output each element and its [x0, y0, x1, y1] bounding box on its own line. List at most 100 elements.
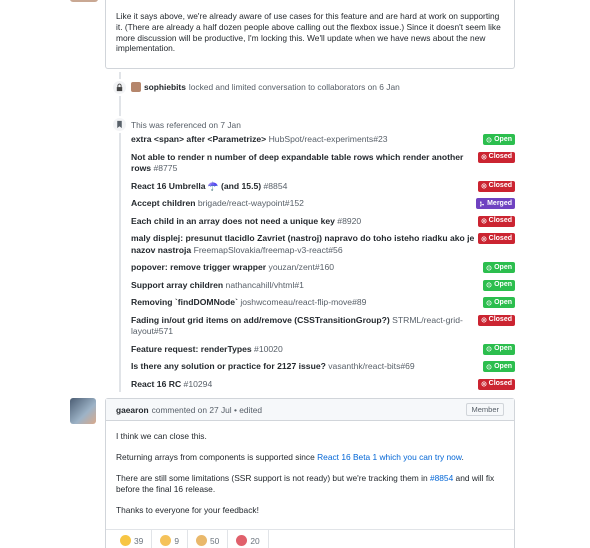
- state-badge-closed: Closed: [477, 378, 515, 390]
- reference-title[interactable]: extra <span> after <Parametrize>: [131, 134, 266, 144]
- state-badge-closed: Closed: [477, 233, 515, 244]
- state-badge-open: Open: [483, 279, 515, 291]
- member-badge: Member: [466, 403, 504, 416]
- reference-repo[interactable]: #8775: [151, 163, 177, 173]
- reference-title[interactable]: Not able to render n number of deep expa…: [131, 152, 463, 174]
- comment-body: I think we can close this. Returning arr…: [106, 421, 514, 516]
- bookmark-icon: [111, 116, 128, 133]
- reference-repo[interactable]: #10020: [252, 344, 283, 354]
- comment-header: gaearon commented on 27 Jul • edited Mem…: [106, 399, 514, 421]
- reference-item[interactable]: extra <span> after <Parametrize> HubSpot…: [131, 134, 515, 146]
- reference-item[interactable]: Fading in/out grid items on add/remove (…: [131, 314, 515, 338]
- state-label: Closed: [488, 234, 512, 242]
- thumbs-up-icon: [120, 535, 131, 546]
- reference-item[interactable]: Is there any solution or practice for 21…: [131, 361, 515, 373]
- reference-item[interactable]: popover: remove trigger wrapper youzan/z…: [131, 262, 515, 274]
- comment-paragraph-3: There are still some limitations (SSR su…: [116, 473, 504, 495]
- reference-title[interactable]: Fading in/out grid items on add/remove (…: [131, 315, 390, 325]
- comment-paragraph-4: Thanks to everyone for your feedback!: [116, 505, 259, 515]
- reaction-thumbs-up[interactable]: 39: [112, 530, 153, 548]
- comment-author[interactable]: gaearon: [116, 405, 149, 415]
- reference-repo[interactable]: joshwcomeau/react-flip-move#89: [238, 297, 366, 307]
- lock-event-text: locked and limited conversation to colla…: [188, 82, 400, 92]
- comment-p2-end: .: [461, 452, 464, 462]
- reaction-count: 50: [210, 535, 220, 546]
- reference-item[interactable]: React 16 RC #10294 Closed: [131, 378, 515, 391]
- sophiebits-avatar[interactable]: [131, 82, 141, 92]
- reference-item[interactable]: Each child in an array does not need a u…: [131, 215, 515, 228]
- state-label: Closed: [488, 217, 512, 225]
- reference-repo[interactable]: nathancahill/vhtml#1: [223, 280, 304, 290]
- comment-p3-text: There are still some limitations (SSR su…: [116, 473, 430, 483]
- reference-repo[interactable]: HubSpot/react-experiments#23: [266, 134, 388, 144]
- state-badge-merged: Merged: [476, 198, 515, 209]
- comment-box: gaearon commented on 27 Jul • edited Mem…: [105, 398, 515, 548]
- reference-title[interactable]: popover: remove trigger wrapper: [131, 262, 266, 272]
- reference-title[interactable]: Is there any solution or practice for 21…: [131, 361, 326, 371]
- reference-title[interactable]: Removing `findDOMNode`: [131, 297, 238, 307]
- reaction-heart[interactable]: 20: [228, 530, 269, 548]
- reference-title[interactable]: React 16 RC: [131, 379, 181, 389]
- state-badge-closed: Closed: [477, 314, 515, 326]
- referenced-header: This was referenced on 7 Jan: [131, 120, 241, 130]
- comment-paragraph-1: I think we can close this.: [116, 431, 207, 441]
- reference-repo[interactable]: youzan/zent#160: [266, 262, 334, 272]
- gaearon-avatar[interactable]: [70, 398, 96, 424]
- comment-paragraph-2: Returning arrays from components is supp…: [116, 452, 504, 463]
- state-label: Open: [494, 135, 512, 143]
- state-label: Open: [494, 362, 512, 370]
- issue-8854-link[interactable]: #8854: [430, 473, 453, 483]
- state-badge-open: Open: [483, 361, 515, 372]
- reference-item[interactable]: Not able to render n number of deep expa…: [131, 151, 515, 175]
- react-16-beta-link[interactable]: React 16 Beta 1 which you can try now: [317, 452, 461, 462]
- reference-repo[interactable]: vasanthk/react-bits#69: [326, 361, 414, 371]
- reference-repo[interactable]: brigade/react-waypoint#152: [195, 198, 304, 208]
- reference-list: extra <span> after <Parametrize> HubSpot…: [131, 134, 515, 396]
- previous-comment-body: Like it says above, we're already aware …: [105, 0, 515, 69]
- reference-item[interactable]: Removing `findDOMNode` joshwcomeau/react…: [131, 297, 515, 309]
- reaction-count: 39: [134, 535, 144, 546]
- state-label: Merged: [487, 199, 512, 207]
- state-badge-open: Open: [483, 343, 515, 355]
- reference-title[interactable]: Support array children: [131, 280, 223, 290]
- reference-repo[interactable]: #8854: [261, 181, 287, 191]
- reference-repo[interactable]: FreemapSlovakia/freemap-v3-react#56: [191, 245, 343, 255]
- previous-comment-text: Like it says above, we're already aware …: [116, 11, 501, 54]
- state-badge-open: Open: [483, 262, 515, 273]
- comment-p2-text: Returning arrays from components is supp…: [116, 452, 318, 462]
- reference-title[interactable]: Each child in an array does not need a u…: [131, 216, 335, 226]
- reference-title[interactable]: Feature request: renderTypes: [131, 344, 252, 354]
- smile-icon: [160, 535, 172, 546]
- comment-meta[interactable]: commented on 27 Jul • edited: [152, 405, 262, 415]
- reference-item[interactable]: Accept children brigade/react-waypoint#1…: [131, 198, 515, 210]
- state-label: Open: [494, 345, 512, 353]
- state-label: Open: [494, 263, 512, 271]
- reference-title[interactable]: Accept children: [131, 198, 195, 208]
- state-badge-closed: Closed: [477, 215, 515, 227]
- reference-repo[interactable]: #10294: [181, 379, 213, 389]
- lock-icon: [111, 79, 128, 96]
- reference-item[interactable]: Support array children nathancahill/vhtm…: [131, 279, 515, 292]
- reference-item[interactable]: React 16 Umbrella ☂️ (and 15.5) #8854 Clo…: [131, 180, 515, 193]
- state-badge-open: Open: [483, 297, 515, 308]
- state-label: Closed: [488, 153, 512, 161]
- lock-event-user[interactable]: sophiebits: [144, 82, 186, 92]
- reaction-smile[interactable]: 9: [152, 530, 188, 548]
- reference-repo[interactable]: #8920: [335, 216, 361, 226]
- lock-event: sophiebits locked and limited conversati…: [131, 82, 400, 92]
- previous-commenter-avatar[interactable]: [70, 0, 98, 2]
- reference-item[interactable]: maly displej: presunut tlacidlo Zavriet …: [131, 233, 515, 256]
- reference-title[interactable]: React 16 Umbrella ☂️ (and 15.5): [131, 181, 261, 191]
- state-badge-open: Open: [483, 134, 515, 145]
- hooray-icon: [196, 535, 207, 546]
- state-badge-closed: Closed: [477, 180, 515, 192]
- state-label: Open: [494, 298, 512, 306]
- state-label: Closed: [488, 316, 512, 324]
- reactions-bar: 39 9 50 20: [106, 529, 514, 548]
- state-label: Open: [494, 281, 512, 289]
- reference-item[interactable]: Feature request: renderTypes #10020 Open: [131, 343, 515, 356]
- reaction-hooray[interactable]: 50: [188, 530, 229, 548]
- reaction-count: 20: [250, 535, 260, 546]
- state-badge-closed: Closed: [477, 151, 515, 163]
- heart-icon: [236, 535, 248, 546]
